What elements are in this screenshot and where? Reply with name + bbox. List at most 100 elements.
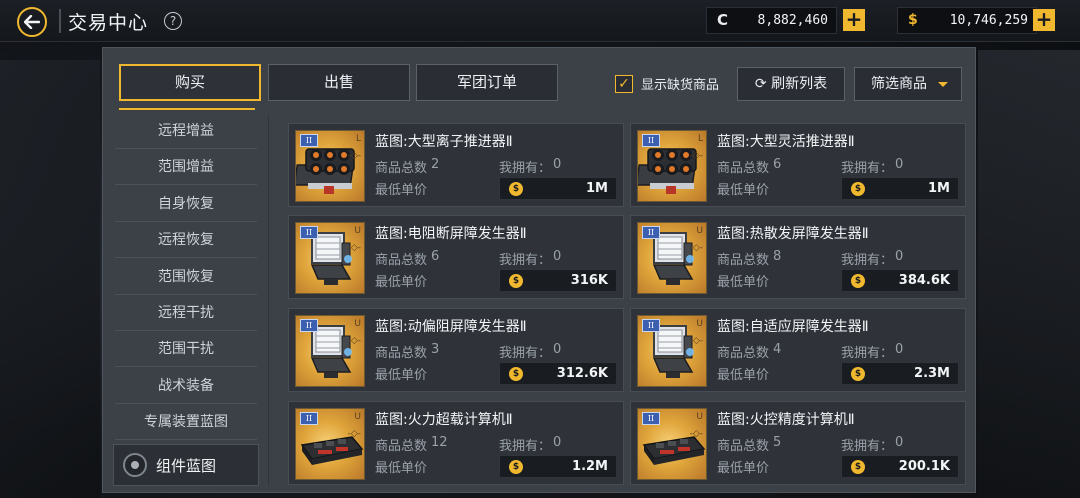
- help-icon[interactable]: ?: [164, 12, 182, 30]
- show-out-of-stock-toggle[interactable]: ✓ 显示缺货商品: [615, 74, 719, 93]
- sidebar-item-component-blueprint[interactable]: 组件蓝图: [113, 444, 259, 486]
- tab-legion-orders[interactable]: 军团订单: [416, 64, 558, 101]
- sidebar-item[interactable]: 远程干扰: [115, 296, 257, 331]
- tier-badge: II: [300, 134, 318, 147]
- background-right: [978, 50, 1080, 498]
- item-card[interactable]: II L -◇- 蓝图:大型离子推进器Ⅱ 商品总数 2 我拥有： 0 最低单价 $1M: [288, 123, 624, 207]
- tier-badge: II: [642, 226, 660, 239]
- show-out-of-stock-label: 显示缺货商品: [641, 78, 720, 93]
- title-divider: [59, 9, 61, 33]
- total-label: 商品总数: [717, 161, 770, 176]
- grade-label: U: [696, 412, 703, 422]
- total-label: 商品总数: [717, 253, 770, 268]
- price-box: $316K: [499, 269, 617, 292]
- credit-c-icon: C: [717, 11, 729, 29]
- item-name: 蓝图:大型灵活推进器Ⅱ: [717, 134, 855, 150]
- coin-icon: $: [851, 274, 865, 288]
- chevron-down-icon: [938, 82, 948, 87]
- grade-label: U: [696, 319, 703, 329]
- coin-icon: $: [851, 182, 865, 196]
- coin-icon: $: [851, 460, 865, 474]
- refresh-list-button[interactable]: ⟳ 刷新列表: [737, 67, 845, 101]
- grade-label: U: [696, 226, 703, 236]
- total-value: 12: [431, 435, 448, 450]
- component-icon: [123, 453, 147, 477]
- tab-buy[interactable]: 购买: [119, 64, 261, 101]
- total-label: 商品总数: [717, 439, 770, 454]
- filter-items-label: 筛选商品: [871, 76, 927, 92]
- sidebar-item[interactable]: 范围增益: [115, 150, 257, 186]
- min-price-label: 最低单价: [717, 368, 770, 383]
- coin-icon: $: [851, 367, 865, 381]
- owned-label: 我拥有：: [499, 161, 552, 176]
- price-value: 2.3M: [914, 366, 950, 381]
- item-name: 蓝图:大型离子推进器Ⅱ: [375, 134, 513, 150]
- owned-value: 0: [895, 342, 904, 357]
- top-bar: 交易中心 ? C 8,882,460 + $ 10,746,259 +: [0, 0, 1080, 42]
- coin-icon: $: [509, 460, 523, 474]
- page-title: 交易中心: [68, 12, 149, 34]
- grade-label: U: [354, 319, 361, 329]
- owned-value: 0: [553, 249, 562, 264]
- item-name: 蓝图:电阻断屏障发生器Ⅱ: [375, 226, 527, 242]
- sidebar-item[interactable]: 远程恢复: [115, 223, 257, 259]
- total-value: 2: [431, 157, 440, 172]
- item-card[interactable]: II L -◇- 蓝图:大型灵活推进器Ⅱ 商品总数 6 我拥有： 0 最低单价 $1M: [630, 123, 966, 207]
- sidebar-item[interactable]: 专属装置蓝图: [115, 405, 257, 441]
- item-card[interactable]: II U -◇- 蓝图:火控精度计算机Ⅱ 商品总数 5 我拥有： 0 最低单价 $200.1K: [630, 401, 966, 485]
- connector-icon: -◇-: [347, 429, 361, 439]
- coin-icon: $: [509, 182, 523, 196]
- coin-icon: $: [509, 274, 523, 288]
- grade-label: U: [354, 226, 361, 236]
- item-name: 蓝图:热散发屏障发生器Ⅱ: [717, 226, 869, 242]
- sidebar-item[interactable]: 远程增益: [115, 114, 257, 149]
- currency-c-value: 8,882,460: [757, 13, 828, 28]
- sidebar-item[interactable]: 范围干扰: [115, 332, 257, 368]
- sidebar-item[interactable]: 范围恢复: [115, 260, 257, 295]
- dollar-coin-icon: $: [908, 12, 918, 28]
- item-thumbnail: II U -◇-: [295, 222, 365, 294]
- price-value: 1.2M: [572, 459, 608, 474]
- total-label: 商品总数: [375, 439, 428, 454]
- price-box: $384.6K: [841, 269, 959, 292]
- grade-label: L: [697, 134, 703, 144]
- back-button[interactable]: [17, 7, 47, 37]
- total-label: 商品总数: [717, 346, 770, 361]
- total-label: 商品总数: [375, 346, 428, 361]
- owned-label: 我拥有：: [841, 253, 894, 268]
- owned-label: 我拥有：: [841, 439, 894, 454]
- owned-value: 0: [895, 157, 904, 172]
- total-value: 5: [773, 435, 782, 450]
- item-card[interactable]: II U -◇- 蓝图:电阻断屏障发生器Ⅱ 商品总数 6 我拥有： 0 最低单价 $316K: [288, 215, 624, 299]
- sidebar-item[interactable]: 自身恢复: [115, 187, 257, 222]
- item-name: 蓝图:自适应屏障发生器Ⅱ: [717, 319, 869, 335]
- grade-label: U: [354, 412, 361, 422]
- item-card[interactable]: II U -◇- 蓝图:火力超载计算机Ⅱ 商品总数 12 我拥有： 0 最低单价 $1.2M: [288, 401, 624, 485]
- total-value: 6: [773, 157, 782, 172]
- connector-icon: -◇-: [347, 243, 361, 253]
- price-box: $1.2M: [499, 455, 617, 478]
- item-thumbnail: II U -◇-: [637, 408, 707, 480]
- item-card[interactable]: II U -◇- 蓝图:动偏阻屏障发生器Ⅱ 商品总数 3 我拥有： 0 最低单价 $312.6K: [288, 308, 624, 392]
- price-value: 316K: [570, 273, 608, 288]
- refresh-icon: ⟳: [754, 76, 767, 92]
- price-box: $312.6K: [499, 362, 617, 385]
- filter-items-dropdown[interactable]: 筛选商品: [854, 67, 962, 101]
- price-box: $1M: [499, 177, 617, 200]
- sidebar-item[interactable]: 战术装备: [115, 369, 257, 404]
- min-price-label: 最低单价: [375, 461, 428, 476]
- item-grid: II L -◇- 蓝图:大型离子推进器Ⅱ 商品总数 2 我拥有： 0 最低单价 $1M II L -◇-…: [288, 123, 972, 488]
- item-card[interactable]: II U -◇- 蓝图:热散发屏障发生器Ⅱ 商品总数 8 我拥有： 0 最低单价 $384.6K: [630, 215, 966, 299]
- price-value: 1M: [928, 181, 950, 196]
- coin-icon: $: [509, 367, 523, 381]
- sidebar-top-accent: [119, 108, 255, 110]
- owned-value: 0: [553, 342, 562, 357]
- add-currency-s-button[interactable]: +: [1033, 9, 1055, 31]
- tier-badge: II: [642, 319, 660, 332]
- item-card[interactable]: II U -◇- 蓝图:自适应屏障发生器Ⅱ 商品总数 4 我拥有： 0 最低单价 $2.3M: [630, 308, 966, 392]
- owned-label: 我拥有：: [841, 161, 894, 176]
- price-value: 384.6K: [898, 273, 950, 288]
- add-currency-c-button[interactable]: +: [843, 9, 865, 31]
- checkbox-checked-icon[interactable]: ✓: [615, 74, 633, 93]
- tab-sell[interactable]: 出售: [268, 64, 410, 101]
